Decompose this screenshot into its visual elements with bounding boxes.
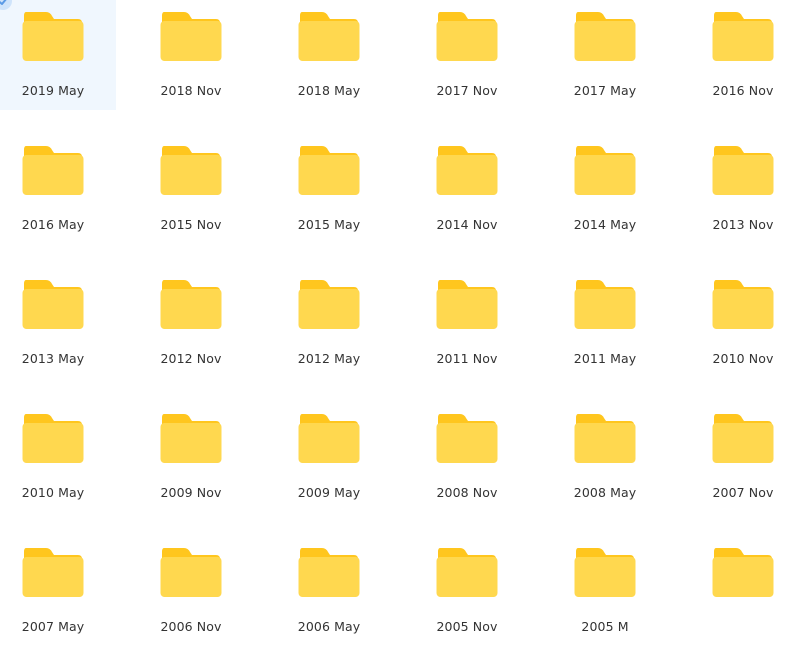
folder-label: 2013 May bbox=[21, 351, 85, 366]
folder-item[interactable] bbox=[690, 536, 796, 646]
folder-item[interactable]: 2012 May bbox=[276, 268, 392, 378]
folder-item[interactable]: 2008 May bbox=[552, 402, 668, 512]
folder-icon bbox=[712, 546, 774, 598]
folder-label: 2011 Nov bbox=[436, 351, 498, 366]
folder-label: 2010 Nov bbox=[712, 351, 774, 366]
folder-label: 2007 May bbox=[21, 619, 85, 634]
folder-item[interactable]: 2015 May bbox=[276, 134, 392, 244]
folder-icon bbox=[160, 412, 222, 464]
folder-item[interactable]: 2014 Nov bbox=[414, 134, 530, 244]
folder-icon bbox=[436, 278, 498, 330]
folder-item[interactable]: 2007 May bbox=[0, 536, 116, 646]
folder-icon bbox=[574, 546, 636, 598]
folder-label: 2017 May bbox=[573, 83, 637, 98]
folder-label: 2005 M bbox=[581, 619, 629, 634]
folder-item[interactable]: 2009 Nov bbox=[138, 402, 254, 512]
folder-item[interactable]: 2006 May bbox=[276, 536, 392, 646]
folder-icon bbox=[298, 412, 360, 464]
folder-item[interactable]: 2018 May bbox=[276, 0, 392, 110]
folder-item[interactable]: 2010 May bbox=[0, 402, 116, 512]
folder-icon bbox=[298, 278, 360, 330]
folder-item[interactable]: 2007 Nov bbox=[690, 402, 796, 512]
folder-label: 2015 May bbox=[297, 217, 361, 232]
folder-label: 2018 Nov bbox=[160, 83, 222, 98]
folder-item[interactable]: 2009 May bbox=[276, 402, 392, 512]
folder-label: 2017 Nov bbox=[436, 83, 498, 98]
folder-item[interactable]: 2016 Nov bbox=[690, 0, 796, 110]
folder-icon bbox=[574, 10, 636, 62]
folder-icon bbox=[574, 278, 636, 330]
folder-icon bbox=[160, 10, 222, 62]
folder-label: 2008 May bbox=[573, 485, 637, 500]
folder-icon bbox=[712, 278, 774, 330]
folder-label: 2019 May bbox=[21, 83, 85, 98]
folder-item[interactable]: 2008 Nov bbox=[414, 402, 530, 512]
folder-icon bbox=[436, 546, 498, 598]
folder-item[interactable]: 2011 Nov bbox=[414, 268, 530, 378]
folder-item[interactable]: 2018 Nov bbox=[138, 0, 254, 110]
folder-label: 2016 May bbox=[21, 217, 85, 232]
folder-item[interactable]: 2005 M bbox=[552, 536, 668, 646]
folder-icon bbox=[22, 412, 84, 464]
folder-label: 2006 May bbox=[297, 619, 361, 634]
folder-label: 2016 Nov bbox=[712, 83, 774, 98]
folder-icon bbox=[160, 546, 222, 598]
folder-item[interactable]: 2017 May bbox=[552, 0, 668, 110]
folder-item[interactable]: 2016 May bbox=[0, 134, 116, 244]
folder-label: 2009 Nov bbox=[160, 485, 222, 500]
folder-icon bbox=[298, 546, 360, 598]
folder-label: 2014 Nov bbox=[436, 217, 498, 232]
folder-label: 2012 May bbox=[297, 351, 361, 366]
folder-item[interactable]: 2010 Nov bbox=[690, 268, 796, 378]
folder-label: 2005 Nov bbox=[436, 619, 498, 634]
check-icon[interactable] bbox=[0, 0, 12, 10]
folder-label: 2006 Nov bbox=[160, 619, 222, 634]
folder-item[interactable]: 2006 Nov bbox=[138, 536, 254, 646]
folder-icon bbox=[574, 412, 636, 464]
folder-icon bbox=[712, 10, 774, 62]
folder-icon bbox=[22, 144, 84, 196]
folder-item[interactable]: 2013 Nov bbox=[690, 134, 796, 244]
folder-item[interactable]: 2015 Nov bbox=[138, 134, 254, 244]
folder-icon bbox=[22, 546, 84, 598]
folder-item[interactable]: 2014 May bbox=[552, 134, 668, 244]
folder-item[interactable]: 2013 May bbox=[0, 268, 116, 378]
folder-icon bbox=[712, 412, 774, 464]
folder-label: 2018 May bbox=[297, 83, 361, 98]
folder-icon bbox=[712, 144, 774, 196]
folder-label: 2013 Nov bbox=[712, 217, 774, 232]
folder-icon bbox=[436, 10, 498, 62]
folder-grid: 2019 May 2018 Nov 2018 May 2017 Nov 2017 May… bbox=[0, 0, 796, 665]
folder-icon bbox=[436, 412, 498, 464]
folder-icon bbox=[160, 278, 222, 330]
folder-icon bbox=[22, 10, 84, 62]
folder-item[interactable]: 2012 Nov bbox=[138, 268, 254, 378]
folder-label: 2007 Nov bbox=[712, 485, 774, 500]
folder-icon bbox=[436, 144, 498, 196]
folder-item[interactable]: 2005 Nov bbox=[414, 536, 530, 646]
folder-label: 2012 Nov bbox=[160, 351, 222, 366]
folder-label: 2008 Nov bbox=[436, 485, 498, 500]
folder-item[interactable]: 2019 May bbox=[0, 0, 116, 110]
folder-label: 2014 May bbox=[573, 217, 637, 232]
folder-icon bbox=[298, 144, 360, 196]
folder-label: 2009 May bbox=[297, 485, 361, 500]
folder-label: 2015 Nov bbox=[160, 217, 222, 232]
folder-icon bbox=[574, 144, 636, 196]
folder-item[interactable]: 2011 May bbox=[552, 268, 668, 378]
folder-icon bbox=[22, 278, 84, 330]
folder-label: 2011 May bbox=[573, 351, 637, 366]
folder-icon bbox=[160, 144, 222, 196]
folder-icon bbox=[298, 10, 360, 62]
folder-label: 2010 May bbox=[21, 485, 85, 500]
folder-item[interactable]: 2017 Nov bbox=[414, 0, 530, 110]
